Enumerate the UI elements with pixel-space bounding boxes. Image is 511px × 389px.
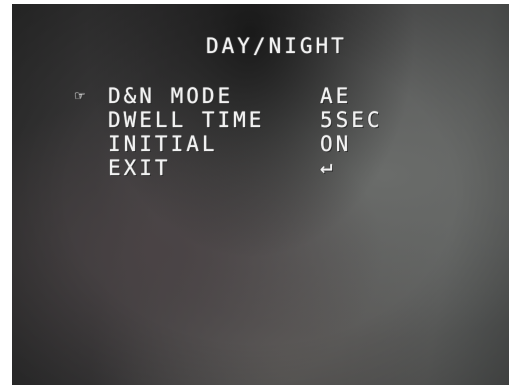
menu-value-initial[interactable]: ON [320,134,351,155]
menu-item-dwell-time[interactable]: DWELL TIME [108,110,264,131]
hand-pointer-icon: ☞ [75,86,85,105]
camera-osd-screen: DAY/NIGHT ☞ D&N MODE AE DWELL TIME 5SEC … [12,4,509,385]
enter-return-icon[interactable]: ↵ [320,156,333,177]
menu-item-initial[interactable]: INITIAL [108,134,218,155]
menu-item-exit[interactable]: EXIT [108,158,171,179]
menu-title: DAY/NIGHT [206,34,347,58]
menu-value-dn-mode[interactable]: AE [320,86,351,107]
menu-value-dwell-time[interactable]: 5SEC [320,110,383,131]
menu-item-dn-mode[interactable]: D&N MODE [108,86,233,107]
screen-vignette [12,4,509,385]
monitor-frame: DAY/NIGHT ☞ D&N MODE AE DWELL TIME 5SEC … [0,0,511,389]
